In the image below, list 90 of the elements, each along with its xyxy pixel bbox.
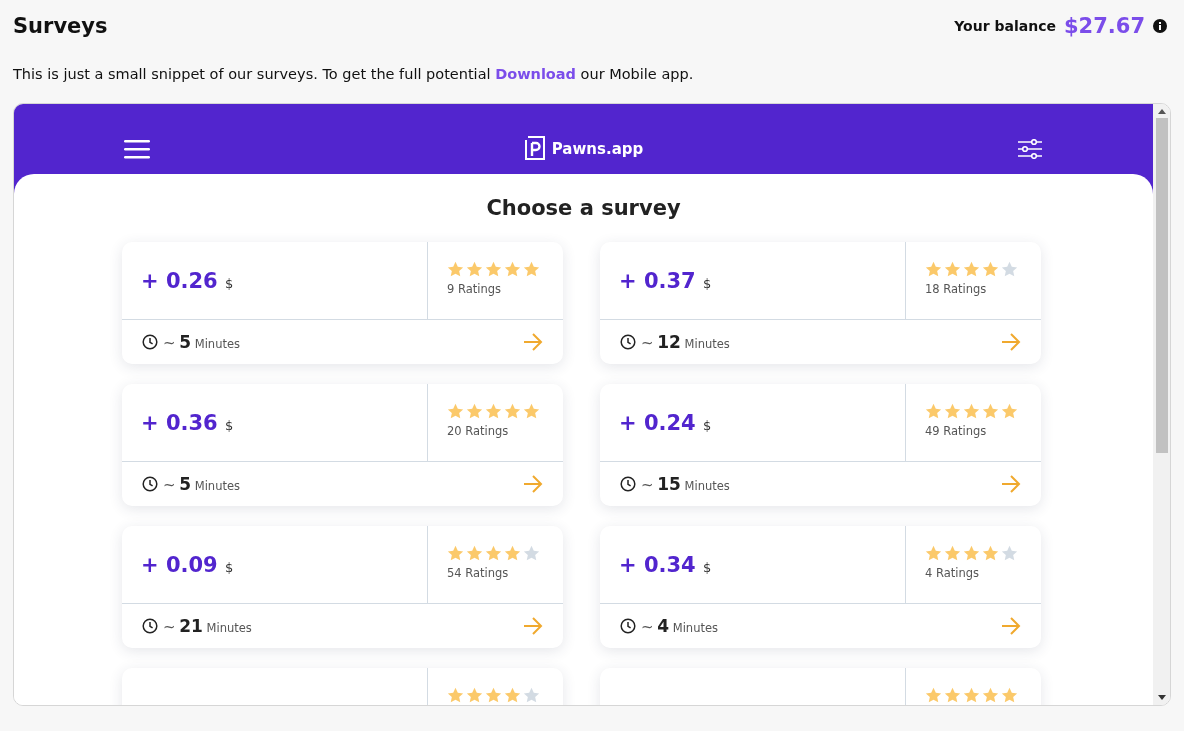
star-icon <box>982 545 999 562</box>
reward-amount: + 0.34 $ <box>619 552 712 577</box>
star-icon <box>925 261 942 278</box>
star-icon <box>982 261 999 278</box>
star-icon <box>447 687 464 704</box>
star-icon <box>485 687 502 704</box>
brand-name: Pawns.app <box>551 140 644 158</box>
survey-card[interactable]: + 0.36 $ 20 Ratings ~ 5 Minutes <box>122 384 563 506</box>
filter-icon[interactable] <box>1017 139 1043 159</box>
star-icon <box>963 545 980 562</box>
star-icon <box>504 261 521 278</box>
star-icon <box>523 403 540 420</box>
intro-text: This is just a small snippet of our surveys. To get the full potential Download our Mobile app. <box>13 66 695 82</box>
star-icon <box>447 403 464 420</box>
duration-text: ~ 5 Minutes <box>163 332 241 352</box>
star-icon <box>466 545 483 562</box>
star-icon <box>925 687 942 704</box>
ratings-count: 49 Ratings <box>925 424 988 438</box>
survey-card[interactable]: + 0.24 $ 49 Ratings ~ 15 Minutes <box>600 384 1041 506</box>
survey-card[interactable]: + 0.37 $ 18 Ratings ~ 12 Minutes <box>600 242 1041 364</box>
star-icon <box>1001 261 1018 278</box>
star-icon <box>944 687 961 704</box>
scroll-down-icon[interactable] <box>1157 695 1166 700</box>
logo-icon <box>523 136 546 162</box>
star-icon <box>504 687 521 704</box>
star-icon <box>944 545 961 562</box>
reward-amount: + 0.09 $ <box>141 552 234 577</box>
duration-text: ~ 15 Minutes <box>641 474 731 494</box>
arrow-icon[interactable] <box>523 333 543 351</box>
star-icon <box>447 545 464 562</box>
star-icon <box>1001 403 1018 420</box>
clock-icon <box>142 476 158 492</box>
star-icon <box>466 403 483 420</box>
panel-heading: Choose a survey <box>485 196 682 220</box>
arrow-icon[interactable] <box>1001 333 1021 351</box>
star-icon <box>944 403 961 420</box>
star-icon <box>466 261 483 278</box>
ratings-count: 20 Ratings <box>447 424 510 438</box>
balance-label: Your balance <box>954 18 1056 34</box>
clock-icon <box>620 618 636 634</box>
star-icon <box>1001 687 1018 704</box>
star-icon <box>485 545 502 562</box>
star-icon <box>504 545 521 562</box>
star-icon <box>982 687 999 704</box>
star-icon <box>523 261 540 278</box>
star-icon <box>982 403 999 420</box>
star-icon <box>523 687 540 704</box>
clock-icon <box>620 476 636 492</box>
star-icon <box>523 545 540 562</box>
balance-amount: $27.67 <box>1063 14 1145 38</box>
arrow-icon[interactable] <box>523 617 543 635</box>
duration-text: ~ 4 Minutes <box>641 616 719 636</box>
info-icon[interactable] <box>1153 19 1167 33</box>
menu-icon[interactable] <box>124 139 150 159</box>
star-icon <box>963 261 980 278</box>
survey-card[interactable]: + 0.26 $ 9 Ratings ~ 5 Minutes <box>122 242 563 364</box>
arrow-icon[interactable] <box>1001 617 1021 635</box>
reward-amount: + 0.24 $ <box>619 410 712 435</box>
clock-icon <box>142 334 158 350</box>
reward-amount: + 0.36 $ <box>141 410 234 435</box>
arrow-icon[interactable] <box>1001 475 1021 493</box>
scrollbar[interactable] <box>1153 104 1170 705</box>
clock-icon <box>620 334 636 350</box>
arrow-icon[interactable] <box>523 475 543 493</box>
reward-amount: + 0.26 $ <box>141 268 234 293</box>
scroll-up-icon[interactable] <box>1157 109 1166 114</box>
star-icon <box>466 687 483 704</box>
star-icon <box>447 261 464 278</box>
star-icon <box>963 403 980 420</box>
ratings-count: 54 Ratings <box>447 566 510 580</box>
star-icon <box>485 261 502 278</box>
star-icon <box>1001 545 1018 562</box>
ratings-count: 18 Ratings <box>925 282 988 296</box>
star-icon <box>925 403 942 420</box>
ratings-count: 9 Ratings <box>447 282 503 296</box>
survey-card[interactable]: + 0.34 $ 4 Ratings ~ 4 Minutes <box>600 526 1041 648</box>
star-icon <box>485 403 502 420</box>
duration-text: ~ 5 Minutes <box>163 474 241 494</box>
page-title: Surveys <box>13 14 108 38</box>
star-icon <box>925 545 942 562</box>
star-icon <box>504 403 521 420</box>
survey-card[interactable]: + 0.09 $ 54 Ratings ~ 21 Minutes <box>122 526 563 648</box>
scrollbar-thumb[interactable] <box>1155 118 1168 453</box>
duration-text: ~ 21 Minutes <box>163 616 253 636</box>
ratings-count: 4 Ratings <box>925 566 981 580</box>
reward-amount: + 0.37 $ <box>619 268 712 293</box>
star-icon <box>944 261 961 278</box>
star-icon <box>963 687 980 704</box>
clock-icon <box>142 618 158 634</box>
duration-text: ~ 12 Minutes <box>641 332 731 352</box>
